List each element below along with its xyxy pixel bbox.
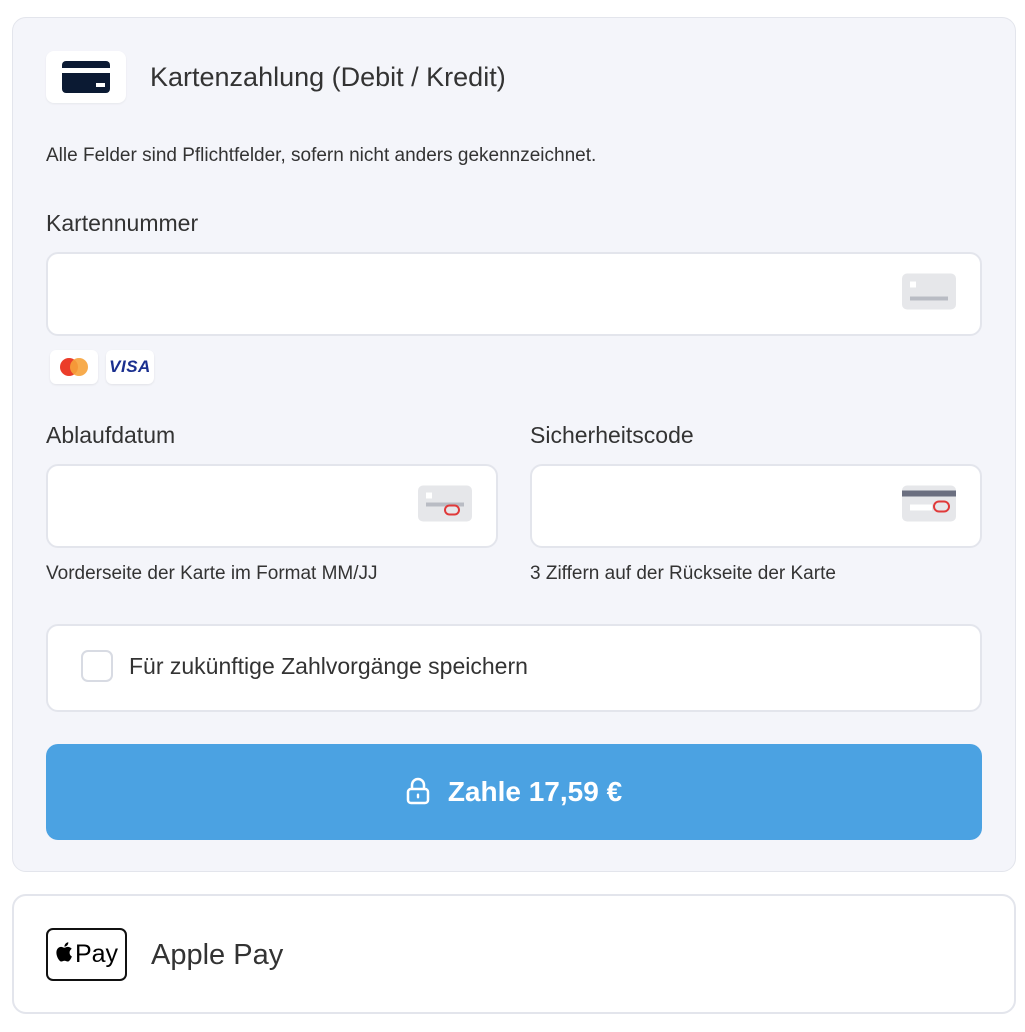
mastercard-icon — [50, 350, 98, 384]
pay-button-label: Zahle 17,59 € — [447, 776, 623, 807]
apple-pay-badge: Pay — [46, 928, 127, 981]
card-back-cvc-icon — [902, 485, 956, 527]
card-number-field[interactable] — [46, 252, 982, 336]
cvc-hint: 3 Ziffern auf der Rückseite der Karte — [530, 563, 836, 584]
cvc-label: Sicherheitscode — [530, 422, 694, 448]
save-for-future-option[interactable]: Für zukünftige Zahlvorgänge speichern — [46, 624, 982, 712]
expiry-hint: Vorderseite der Karte im Format MM/JJ — [46, 563, 378, 584]
expiry-input[interactable] — [68, 476, 396, 536]
required-fields-note: Alle Felder sind Pflichtfelder, sofern n… — [46, 145, 597, 166]
expiry-field[interactable] — [46, 464, 498, 548]
lock-icon — [406, 777, 430, 808]
apple-pay-option[interactable]: Pay Apple Pay — [12, 894, 1016, 1014]
cvc-field[interactable] — [530, 464, 982, 548]
expiry-label: Ablaufdatum — [46, 422, 176, 448]
card-generic-icon — [902, 273, 956, 315]
card-number-input[interactable] — [68, 264, 880, 324]
pay-button[interactable]: Zahle 17,59 € — [46, 744, 982, 840]
panel-title: Kartenzahlung (Debit / Kredit) — [150, 62, 506, 92]
card-payment-panel: Kartenzahlung (Debit / Kredit) Alle Feld… — [12, 17, 1016, 872]
save-checkbox-label[interactable]: Für zukünftige Zahlvorgänge speichern — [129, 653, 528, 680]
apple-pay-badge-text: Pay — [74, 940, 119, 968]
apple-pay-label: Apple Pay — [151, 939, 284, 971]
card-number-label: Kartennummer — [46, 210, 199, 236]
save-checkbox[interactable] — [81, 650, 113, 682]
cvc-input[interactable] — [552, 476, 880, 536]
card-front-expiry-icon — [418, 485, 472, 527]
apple-logo-icon — [55, 941, 73, 968]
visa-logo: VISA — [106, 350, 154, 384]
credit-card-icon — [46, 51, 126, 103]
